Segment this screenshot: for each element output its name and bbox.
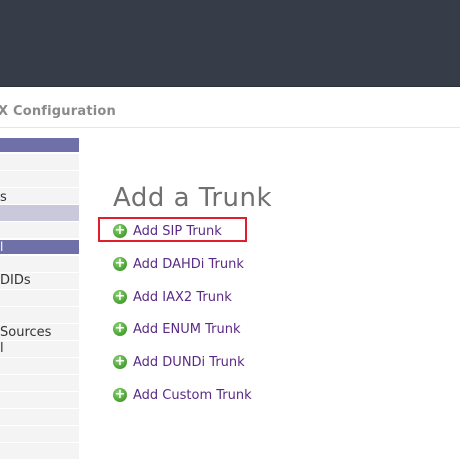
add-circle-icon: [113, 224, 127, 238]
add-dundi-trunk-link[interactable]: Add DUNDi Trunk: [113, 352, 245, 372]
add-circle-icon: [113, 257, 127, 271]
link-label: Add Custom Trunk: [133, 387, 252, 403]
link-label: Add DUNDi Trunk: [133, 354, 245, 370]
add-circle-icon: [113, 322, 127, 336]
sidebar-item[interactable]: [0, 188, 79, 205]
link-label: Add IAX2 Trunk: [133, 289, 232, 305]
sidebar-item[interactable]: [0, 375, 79, 392]
link-label: Add ENUM Trunk: [133, 321, 241, 337]
sidebar-item[interactable]: [0, 154, 79, 171]
add-sip-trunk-link[interactable]: Add SIP Trunk: [113, 221, 222, 241]
sidebar-item[interactable]: [0, 358, 79, 375]
sidebar-item-label: DIDs: [0, 273, 31, 288]
add-circle-icon: [113, 355, 127, 369]
add-iax2-trunk-link[interactable]: Add IAX2 Trunk: [113, 287, 232, 307]
sidebar-item-label: l: [0, 341, 4, 356]
sidebar-section-header: [0, 240, 79, 254]
add-enum-trunk-link[interactable]: Add ENUM Trunk: [113, 319, 241, 339]
sidebar-item[interactable]: [0, 392, 79, 409]
sidebar-item[interactable]: [0, 426, 79, 443]
page-section-title: X Configuration: [0, 104, 116, 119]
sidebar-section-header: [0, 138, 79, 152]
sidebar-item[interactable]: [0, 409, 79, 426]
sidebar-item[interactable]: [0, 443, 79, 460]
add-dahdi-trunk-link[interactable]: Add DAHDi Trunk: [113, 254, 244, 274]
sidebar-item-label: Sources: [0, 325, 52, 340]
sidebar-item[interactable]: [0, 222, 79, 239]
add-circle-icon: [113, 388, 127, 402]
link-label: Add SIP Trunk: [133, 223, 222, 239]
link-label: Add DAHDi Trunk: [133, 256, 244, 272]
sidebar-item[interactable]: [0, 171, 79, 188]
add-custom-trunk-link[interactable]: Add Custom Trunk: [113, 385, 252, 405]
add-circle-icon: [113, 290, 127, 304]
sidebar-section-label: l: [0, 240, 4, 254]
sidebar: [0, 138, 79, 460]
page-title: Add a Trunk: [113, 183, 273, 213]
sidebar-item[interactable]: [0, 256, 79, 273]
sidebar-item[interactable]: [0, 341, 79, 358]
sidebar-item[interactable]: [0, 307, 79, 324]
sidebar-item-label: s: [0, 190, 7, 205]
sidebar-item[interactable]: [0, 290, 79, 307]
sidebar-item-trunks-selected[interactable]: [0, 205, 79, 222]
top-header-bar: [0, 0, 460, 86]
